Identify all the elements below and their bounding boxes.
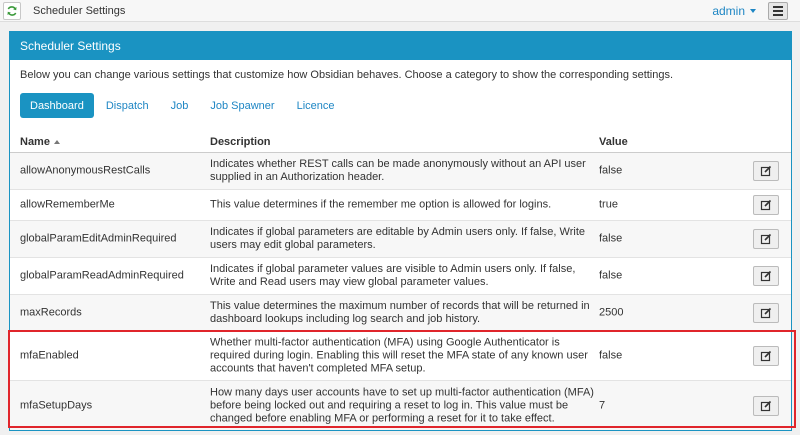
panel-title: Scheduler Settings <box>10 32 791 60</box>
setting-value: false <box>599 164 623 177</box>
setting-description: Indicates if global parameters are edita… <box>210 226 585 251</box>
edit-button[interactable] <box>753 229 779 249</box>
table-row: maxRecords This value determines the max… <box>10 295 791 332</box>
setting-name: allowRememberMe <box>20 198 115 211</box>
edit-icon <box>760 350 772 362</box>
table-row: globalParamEditAdminRequired Indicates i… <box>10 221 791 258</box>
edit-button[interactable] <box>753 266 779 286</box>
setting-value: 7 <box>599 399 606 411</box>
settings-panel: Scheduler Settings Below you can change … <box>9 31 792 431</box>
setting-description: Whether multi-factor authentication (MFA… <box>210 336 588 375</box>
setting-name: allowAnonymousRestCalls <box>20 164 151 177</box>
table-row: allowRememberMe This value determines if… <box>10 190 791 221</box>
setting-value: false <box>599 232 623 245</box>
edit-button[interactable] <box>753 346 779 366</box>
edit-icon <box>760 400 772 411</box>
edit-icon <box>760 199 772 211</box>
edit-icon <box>760 270 772 282</box>
column-header-description: Description <box>210 135 271 148</box>
category-tabs: Dashboard Dispatch Job Job Spawner Licen… <box>20 93 347 118</box>
table-row: globalParamReadAdminRequired Indicates i… <box>10 258 791 295</box>
edit-button[interactable] <box>753 161 779 181</box>
setting-value: true <box>599 198 618 211</box>
refresh-icon <box>7 5 17 16</box>
tab-dispatch[interactable]: Dispatch <box>96 93 159 118</box>
column-header-value: Value <box>599 135 628 148</box>
setting-value: 2500 <box>599 306 624 319</box>
settings-table: Name Description Value allowAnonymousRes… <box>10 131 791 430</box>
setting-description: This value determines the maximum number… <box>210 300 590 325</box>
tab-job-spawner[interactable]: Job Spawner <box>200 93 284 118</box>
top-bar: Scheduler Settings admin <box>0 0 800 22</box>
user-menu[interactable]: admin <box>712 4 756 18</box>
user-name: admin <box>712 3 745 18</box>
table-row: mfaSetupDays How many days user accounts… <box>10 381 791 430</box>
tab-dashboard[interactable]: Dashboard <box>20 93 94 118</box>
column-header-name[interactable]: Name <box>20 136 60 148</box>
edit-button[interactable] <box>753 395 779 416</box>
setting-name: globalParamReadAdminRequired <box>20 269 184 282</box>
setting-description: This value determines if the remember me… <box>210 198 552 211</box>
setting-description: How many days user accounts have to set … <box>210 386 594 424</box>
table-body: allowAnonymousRestCalls Indicates whethe… <box>10 153 791 430</box>
chevron-down-icon <box>750 8 756 13</box>
tab-licence[interactable]: Licence <box>287 93 345 118</box>
hamburger-icon <box>773 5 783 8</box>
setting-name: mfaSetupDays <box>20 399 93 411</box>
setting-value: false <box>599 269 623 282</box>
setting-value: false <box>599 349 623 362</box>
table-header: Name Description Value <box>10 131 791 153</box>
tab-job[interactable]: Job <box>161 93 199 118</box>
refresh-button[interactable] <box>3 1 21 20</box>
setting-name: maxRecords <box>20 306 82 319</box>
intro-text: Below you can change various settings th… <box>20 69 674 81</box>
table-row: mfaEnabled Whether multi-factor authenti… <box>10 332 791 381</box>
edit-button[interactable] <box>753 303 779 323</box>
table-row: allowAnonymousRestCalls Indicates whethe… <box>10 153 791 190</box>
setting-description: Indicates if global parameter values are… <box>210 263 576 288</box>
edit-icon <box>760 233 772 245</box>
sort-asc-icon <box>53 139 60 144</box>
setting-name: mfaEnabled <box>20 349 79 362</box>
hamburger-menu-button[interactable] <box>768 1 788 20</box>
edit-button[interactable] <box>753 195 779 215</box>
setting-name: globalParamEditAdminRequired <box>20 232 177 245</box>
app-title: Scheduler Settings <box>33 4 126 17</box>
setting-description: Indicates whether REST calls can be made… <box>210 158 586 183</box>
edit-icon <box>760 165 772 177</box>
edit-icon <box>760 307 772 319</box>
